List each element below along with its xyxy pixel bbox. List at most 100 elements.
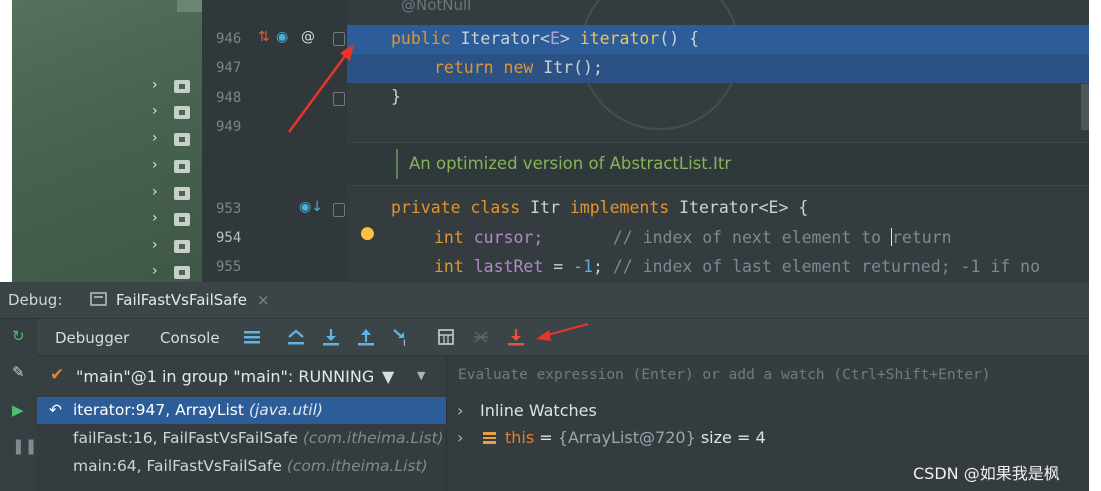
code-token: Iterator<E> { — [679, 198, 809, 217]
chevron-right-icon[interactable]: › — [457, 401, 463, 420]
code-token: return — [434, 58, 494, 77]
wrench-icon[interactable]: ✎ — [12, 363, 25, 381]
chevron-right-icon[interactable]: › — [152, 263, 158, 279]
chevron-right-icon[interactable]: › — [152, 184, 158, 200]
implements-marker-icon[interactable]: ◉↓ — [299, 199, 323, 215]
code-line-955[interactable]: int lastRet = -1; // index of last eleme… — [434, 257, 1040, 276]
code-line-953[interactable]: private class Itr implements Iterator<E>… — [391, 198, 808, 217]
code-line-948[interactable]: } — [391, 87, 401, 106]
rerun-icon[interactable]: ↻ — [12, 327, 25, 345]
doc-comment-text: An optimized version of AbstractList.Itr — [409, 154, 732, 173]
watermark: CSDN @如果我是枫 — [913, 464, 1060, 483]
code-token: // index of next element to — [612, 228, 891, 247]
code-token: () { — [659, 29, 700, 48]
tree-node[interactable]: › — [152, 103, 202, 123]
field-icon — [483, 432, 496, 444]
svg-text:I: I — [403, 339, 406, 347]
tree-node[interactable]: › — [152, 184, 202, 204]
frame-package: (com.itheima.List) — [286, 457, 428, 475]
var-size: size = 4 — [695, 428, 766, 447]
session-tab[interactable]: FailFastVsFailSafe — [116, 291, 247, 309]
code-token: = — [543, 257, 574, 276]
inline-watches-node[interactable]: › Inline Watches — [447, 397, 1089, 424]
chevron-right-icon[interactable]: › — [152, 103, 158, 119]
code-token: } — [391, 87, 401, 106]
chevron-down-icon[interactable]: ▼ — [417, 369, 425, 382]
code-token: return — [892, 228, 952, 247]
chevron-right-icon[interactable]: › — [152, 157, 158, 173]
chevron-right-icon[interactable]: › — [152, 130, 158, 146]
code-line-947[interactable]: return new Itr(); — [434, 58, 603, 77]
var-name: this — [505, 428, 535, 447]
filter-icon[interactable]: ▼ — [382, 367, 394, 386]
code-token: class — [470, 198, 521, 217]
folder-icon — [174, 80, 190, 93]
pause-icon[interactable]: ❚❚ — [12, 437, 37, 455]
folder-icon — [174, 160, 190, 173]
code-token: int — [434, 228, 464, 247]
code-token: < — [540, 29, 550, 48]
folder-icon — [174, 213, 190, 226]
step-out-icon[interactable] — [357, 327, 375, 347]
folder-icon — [174, 266, 190, 279]
var-eq: = — [534, 428, 558, 447]
force-step-into-icon[interactable] — [507, 327, 525, 347]
code-token: cursor; — [473, 228, 544, 247]
tree-node[interactable]: › — [152, 263, 202, 282]
frame-item[interactable]: failFast:16, FailFastVsFailSafe (com.ith… — [37, 425, 446, 452]
annotation-arrow-icon — [287, 44, 354, 133]
editor-scrollbar[interactable] — [1081, 84, 1089, 130]
code-token: E — [549, 29, 560, 48]
resume-icon[interactable]: ▶ — [12, 401, 24, 419]
return-arrow-icon: ↶ — [49, 401, 62, 419]
annotation-arrow-icon — [536, 322, 589, 341]
code-line-946[interactable]: public Iterator<E> iterator() { — [391, 29, 699, 48]
code-token: lastRet — [473, 257, 544, 276]
step-over-icon[interactable] — [322, 327, 340, 347]
thread-name: "main"@1 in group "main": RUNNING — [76, 367, 375, 386]
watch-placeholder: Evaluate expression (Enter) or add a wat… — [458, 367, 991, 383]
tree-node[interactable]: › — [152, 210, 202, 230]
tree-node[interactable]: › — [152, 237, 202, 257]
show-execution-point-icon[interactable] — [287, 327, 305, 347]
frame-package: (com.itheima.List) — [302, 429, 444, 447]
code-token: int — [434, 257, 464, 276]
run-to-cursor-icon[interactable]: I — [392, 327, 410, 347]
chevron-right-icon[interactable]: › — [152, 210, 158, 226]
fold-marker-icon[interactable] — [333, 203, 345, 217]
folder-icon — [174, 187, 190, 200]
chevron-right-icon[interactable]: › — [457, 428, 463, 447]
tab-debugger[interactable]: Debugger — [55, 329, 129, 347]
line-number: 953 — [216, 201, 242, 217]
annotation-notnull: @NotNull — [401, 0, 472, 14]
tab-console[interactable]: Console — [160, 329, 220, 347]
variable-this[interactable]: › this = {ArrayList@720} size = 4 — [447, 424, 1089, 451]
doc-comment-bar — [396, 149, 398, 179]
project-tree: › › › › › › › › — [12, 0, 202, 282]
trace-stream-icon — [474, 331, 488, 343]
code-token: // index of last element returned; -1 if… — [612, 257, 1041, 276]
close-icon[interactable]: × — [257, 291, 270, 309]
frame-item[interactable]: main:64, FailFastVsFailSafe (com.itheima… — [37, 453, 446, 480]
layout-menu-icon[interactable] — [243, 327, 261, 347]
code-line-954[interactable]: int cursor; // index of next element to … — [434, 228, 952, 247]
page-margin — [1089, 0, 1101, 491]
override-marker-icon[interactable]: ⇅ — [258, 29, 270, 45]
debug-window-header: Debug: FailFastVsFailSafe × — [0, 282, 1089, 319]
evaluate-expression-field[interactable]: Evaluate expression (Enter) or add a wat… — [446, 355, 1089, 395]
tree-node[interactable]: › — [152, 157, 202, 177]
folder-icon — [174, 240, 190, 253]
check-icon: ✔ — [50, 365, 65, 385]
frame-method: iterator:947, ArrayList — [73, 401, 244, 419]
tree-node[interactable]: › — [152, 77, 202, 97]
evaluate-expression-icon[interactable] — [437, 327, 455, 347]
frame-item[interactable]: ↶ iterator:947, ArrayList (java.util) — [37, 397, 446, 424]
line-number: 948 — [216, 90, 242, 106]
doc-comment-rendered: An optimized version of AbstractList.Itr — [347, 142, 1089, 186]
lightbulb-icon[interactable]: ● — [360, 223, 375, 243]
chevron-right-icon[interactable]: › — [152, 237, 158, 253]
folder-icon — [174, 133, 190, 146]
tree-node[interactable]: › — [152, 130, 202, 150]
chevron-right-icon[interactable]: › — [152, 77, 158, 93]
thread-selector[interactable]: ✔ "main"@1 in group "main": RUNNING ▼ ▼ — [37, 355, 446, 395]
